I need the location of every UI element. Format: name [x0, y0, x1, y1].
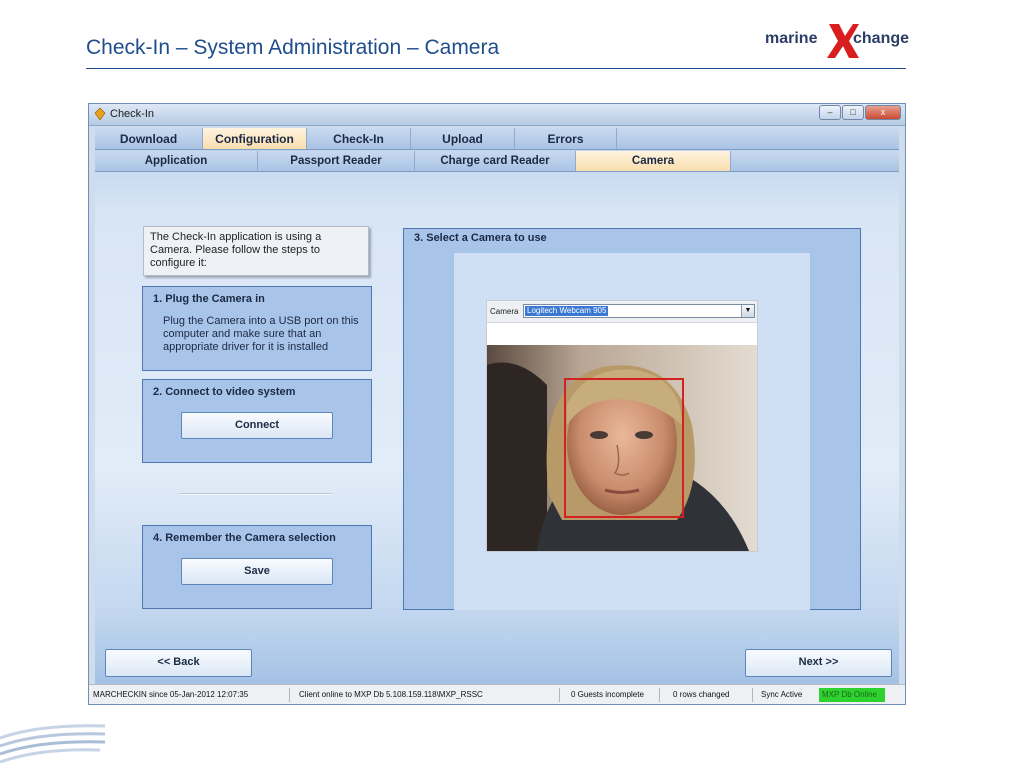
window-title: Check-In [110, 108, 155, 120]
tab-check-in[interactable]: Check-In [307, 128, 411, 149]
logo-text-left: marine [765, 30, 818, 47]
step2-panel: 2. Connect to video system Connect [142, 379, 372, 463]
camera-preview [487, 345, 757, 551]
tab-charge-card-reader[interactable]: Charge card Reader [415, 151, 576, 171]
tab-application[interactable]: Application [95, 151, 258, 171]
tab-upload[interactable]: Upload [411, 128, 515, 149]
camera-label: Camera [490, 307, 519, 316]
app-window: Check-In – □ x Download Configuration Ch… [88, 103, 906, 705]
status-bar: MARCHECKIN since 05-Jan-2012 12:07:35 Cl… [89, 684, 905, 704]
chevron-down-icon[interactable]: ▼ [741, 305, 754, 317]
step1-text: Plug the Camera into a USB port on this … [163, 315, 359, 353]
minimize-button[interactable]: – [819, 105, 841, 120]
status-client: Client online to MXP Db 5.108.159.118\MX… [299, 690, 483, 699]
connect-button[interactable]: Connect [181, 412, 333, 439]
app-icon [94, 108, 106, 120]
main-tabbar: Download Configuration Check-In Upload E… [95, 128, 899, 150]
step1-panel: 1. Plug the Camera in Plug the Camera in… [142, 286, 372, 371]
next-button[interactable]: Next >> [745, 649, 892, 677]
tab-passport-reader[interactable]: Passport Reader [258, 151, 415, 171]
tab-download[interactable]: Download [95, 128, 203, 149]
status-guests: 0 Guests incomplete [571, 690, 644, 699]
logo-text-right: change [853, 30, 910, 47]
camera-area: Camera Logitech Webcam 905 ▼ [454, 253, 810, 610]
intro-note: The Check-In application is using a Came… [143, 226, 369, 276]
sub-tabbar: Application Passport Reader Charge card … [95, 151, 899, 172]
step3-title: 3. Select a Camera to use [414, 232, 547, 244]
save-button[interactable]: Save [181, 558, 333, 585]
brand-logo: marine change [765, 22, 910, 62]
maximize-button[interactable]: □ [842, 105, 864, 120]
step4-title: 4. Remember the Camera selection [153, 532, 336, 544]
status-user: MARCHECKIN since 05-Jan-2012 12:07:35 [93, 690, 249, 699]
step1-title: 1. Plug the Camera in [153, 293, 265, 305]
back-button[interactable]: << Back [105, 649, 252, 677]
status-sync: Sync Active [761, 690, 803, 699]
window-content: Download Configuration Check-In Upload E… [95, 128, 899, 698]
title-divider [86, 68, 906, 69]
tab-configuration[interactable]: Configuration [203, 128, 307, 149]
slide-title: Check-In – System Administration – Camer… [86, 36, 500, 59]
camera-toolbar: Camera Logitech Webcam 905 ▼ [487, 301, 757, 323]
camera-selected-value: Logitech Webcam 905 [525, 306, 609, 316]
camera-select[interactable]: Logitech Webcam 905 ▼ [523, 304, 755, 318]
step2-title: 2. Connect to video system [153, 386, 296, 398]
close-button[interactable]: x [865, 105, 901, 120]
step3-panel: 3. Select a Camera to use Camera Logitec… [403, 228, 861, 610]
step4-panel: 4. Remember the Camera selection Save [142, 525, 372, 609]
status-rows: 0 rows changed [673, 690, 730, 699]
tab-camera[interactable]: Camera [576, 151, 731, 171]
divider [179, 493, 331, 495]
status-db-online: MXP Db Online [819, 688, 885, 702]
camera-viewer: Camera Logitech Webcam 905 ▼ [486, 300, 758, 552]
wave-decoration [0, 724, 106, 764]
window-titlebar[interactable]: Check-In – □ x [89, 104, 905, 126]
webcam-image [487, 345, 757, 551]
tab-errors[interactable]: Errors [515, 128, 617, 149]
